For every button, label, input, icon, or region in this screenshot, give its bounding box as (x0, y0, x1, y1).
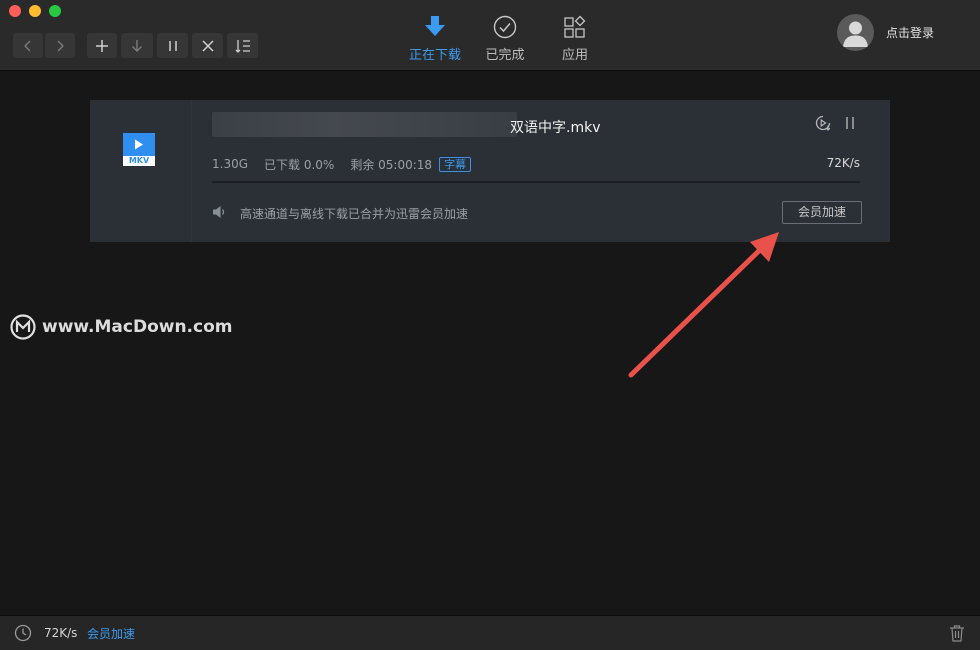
video-file-icon: MKV (123, 133, 155, 167)
new-task-button[interactable] (87, 33, 117, 58)
downloaded-percent: 已下载 0.0% (264, 157, 335, 172)
notice-text: 高速通道与离线下载已合并为迅雷会员加速 (240, 207, 469, 221)
macdown-logo-icon (10, 314, 36, 340)
play-download-icon (815, 115, 831, 131)
time-remaining: 剩余 05:00:18 (350, 157, 433, 172)
plus-icon (96, 39, 108, 52)
chevron-left-icon (24, 40, 31, 51)
clock-icon[interactable] (14, 624, 32, 642)
back-button[interactable] (13, 33, 43, 58)
pause-icon (168, 40, 177, 51)
blurred-file-name (212, 112, 517, 137)
speaker-icon (213, 206, 225, 218)
pause-icon (846, 117, 854, 129)
app-window: 正在下载 已完成 应用 点击登录 MKV 双语中字.mkv 1.30G 已下载 … (0, 0, 980, 650)
pause-all-button[interactable] (157, 33, 188, 58)
window-zoom-button[interactable] (49, 5, 61, 17)
watermark: www.MacDown.com (10, 314, 232, 340)
download-speed: 72K/s (826, 156, 860, 170)
total-speed: 72K/s (44, 626, 78, 640)
tab-label: 正在下载 (408, 48, 461, 63)
arrow-down-icon (132, 39, 142, 52)
tab-label: 应用 (561, 48, 588, 63)
close-icon (201, 39, 214, 52)
pause-task-button[interactable] (841, 114, 859, 132)
tab-label: 已完成 (485, 48, 525, 63)
forward-button[interactable] (45, 33, 75, 58)
check-circle-icon (493, 15, 517, 39)
download-task-card[interactable]: MKV 双语中字.mkv 1.30G 已下载 0.0% 剩余 05:00:18 … (90, 100, 890, 242)
delete-task-button[interactable] (192, 33, 223, 58)
file-name: 双语中字.mkv (510, 120, 601, 136)
watermark-text: www.MacDown.com (42, 317, 233, 337)
user-icon (843, 21, 868, 47)
file-icon-panel: MKV (90, 100, 192, 242)
file-size: 1.30G (212, 157, 249, 171)
subtitle-badge[interactable]: 字幕 (439, 156, 472, 172)
vip-accelerate-link[interactable]: 会员加速 (87, 625, 135, 642)
window-minimize-button[interactable] (29, 5, 41, 17)
status-bar: 72K/s 会员加速 (0, 615, 980, 650)
tab-completed[interactable]: 已完成 (470, 14, 540, 64)
vip-accelerate-button[interactable]: 会员加速 (782, 201, 862, 224)
window-close-button[interactable] (9, 5, 21, 17)
file-ext-label: MKV (123, 156, 155, 166)
tab-apps[interactable]: 应用 (540, 14, 610, 64)
avatar[interactable] (837, 14, 874, 51)
sort-button[interactable] (227, 33, 258, 58)
sort-list-icon (235, 39, 250, 53)
task-stats: 1.30G 已下载 0.0% 剩余 05:00:18 字幕 (212, 155, 472, 173)
toolbar: 正在下载 已完成 应用 点击登录 (0, 0, 980, 71)
play-icon (135, 139, 143, 150)
start-download-button[interactable] (121, 33, 153, 58)
chevron-right-icon (57, 40, 64, 51)
tab-downloading[interactable]: 正在下载 (400, 14, 470, 64)
download-arrow-icon (425, 16, 445, 36)
progress-bar (212, 181, 860, 183)
apps-icon (564, 15, 586, 38)
trash-icon[interactable] (948, 624, 966, 642)
login-link[interactable]: 点击登录 (886, 24, 934, 41)
play-while-downloading-button[interactable] (814, 114, 832, 132)
